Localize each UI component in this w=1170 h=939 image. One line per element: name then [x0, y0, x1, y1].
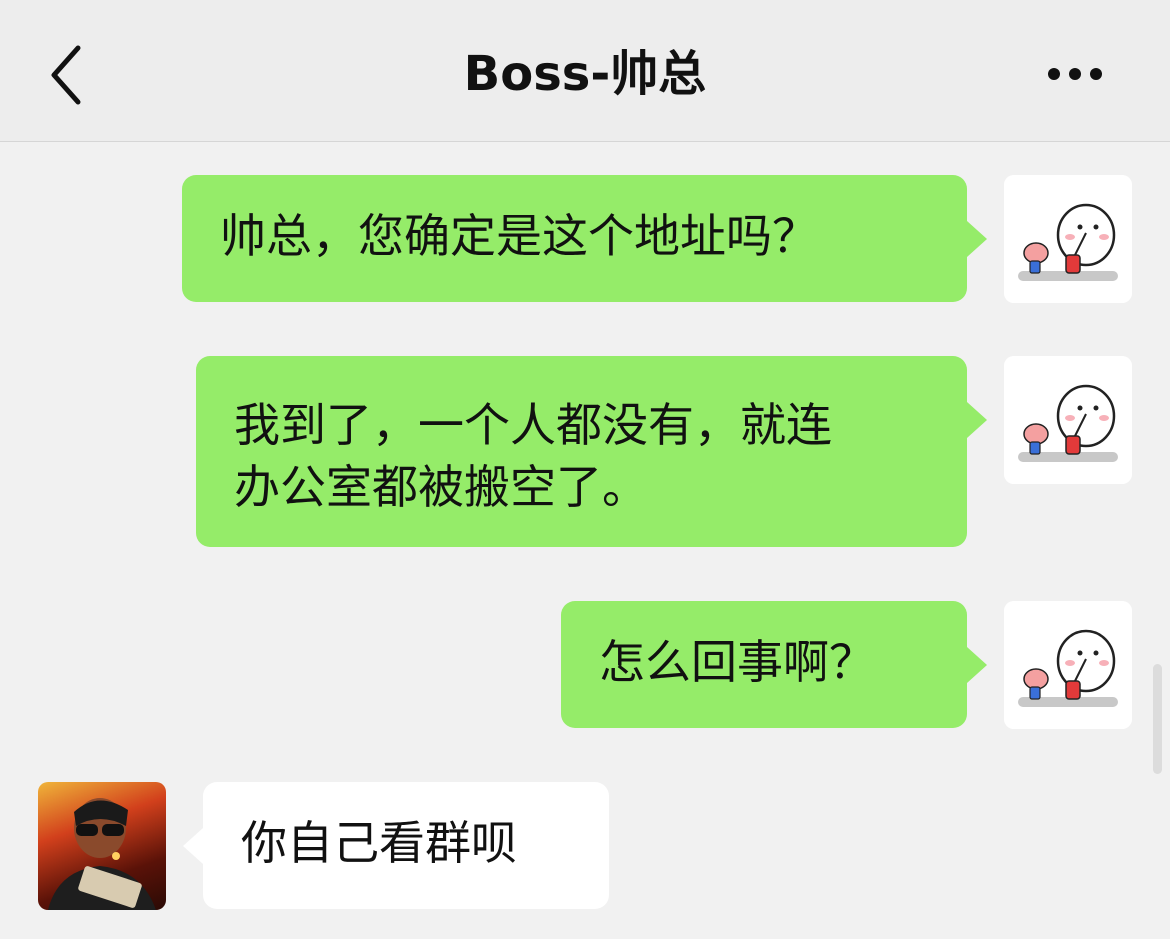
message-bubble-incoming[interactable]: 你自己看群呗	[183, 782, 609, 909]
bubble-tail	[967, 221, 987, 257]
message-bubble-outgoing[interactable]: 怎么回事啊？	[561, 601, 987, 728]
avatar-self[interactable]	[1004, 356, 1132, 484]
chat-header: Boss-帅总	[0, 0, 1170, 142]
bubble-tail	[183, 828, 203, 864]
more-dots-icon	[1048, 68, 1060, 80]
more-button[interactable]	[1040, 60, 1110, 90]
sticker-avatar-icon	[1004, 175, 1132, 303]
bubble-tail	[967, 647, 987, 683]
message-list[interactable]: 帅总，您确定是这个地址吗？ 我到了，一个人都没有，就连 办公室都被搬空了。 怎么…	[0, 142, 1170, 939]
contact-photo-icon	[48, 798, 156, 910]
scrollbar[interactable]	[1153, 664, 1162, 774]
more-dots-icon	[1090, 68, 1102, 80]
message-text-line: 我到了，一个人都没有，就连	[234, 398, 832, 452]
message-bubble-outgoing[interactable]: 帅总，您确定是这个地址吗？	[182, 175, 987, 302]
bubble-tail	[967, 402, 987, 438]
page-title: Boss-帅总	[463, 46, 707, 102]
more-dots-icon	[1069, 68, 1081, 80]
message-text: 帅总，您确定是这个地址吗？	[220, 209, 818, 263]
message-text-line: 办公室都被搬空了。	[234, 460, 648, 514]
message-text: 你自己看群呗	[241, 816, 517, 870]
message-bubble-outgoing[interactable]: 我到了，一个人都没有，就连 办公室都被搬空了。	[196, 356, 987, 547]
avatar-self[interactable]	[1004, 601, 1132, 729]
sticker-avatar-icon	[1004, 601, 1132, 729]
avatar-self[interactable]	[1004, 175, 1132, 303]
avatar-contact[interactable]	[38, 782, 166, 910]
message-text: 怎么回事啊？	[599, 635, 875, 689]
sticker-avatar-icon	[1004, 356, 1132, 484]
